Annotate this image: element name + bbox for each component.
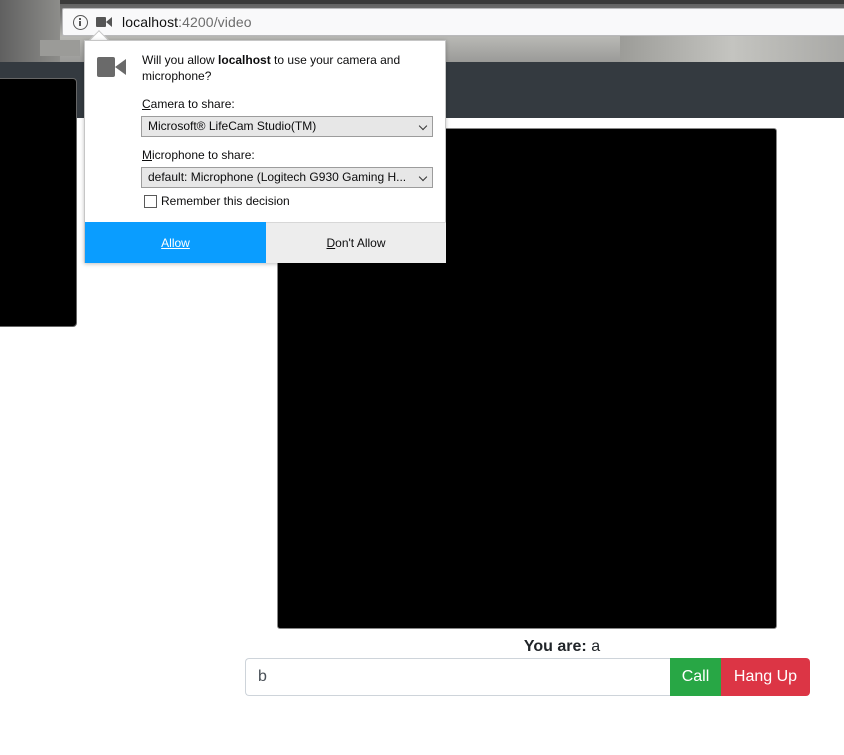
microphone-label: Microphone to share: (142, 148, 255, 162)
chevron-down-icon (418, 121, 428, 131)
dont-allow-button[interactable]: Don't Allow (266, 222, 446, 263)
browser-window: localhost:4200/video You are: a Call Han… (0, 0, 844, 755)
info-icon[interactable] (73, 14, 88, 30)
url-host: localhost (122, 14, 179, 30)
you-are-label: You are: (523, 638, 587, 655)
remember-checkbox[interactable] (144, 194, 157, 208)
url-path: :4200/video (178, 14, 252, 30)
remember-decision[interactable]: Remember this decision (144, 194, 290, 208)
tab-strip (0, 0, 844, 4)
background-image-region (620, 36, 844, 62)
remember-label: Remember this decision (161, 194, 290, 208)
chevron-down-icon (418, 172, 428, 182)
you-are-value: a (591, 638, 601, 655)
camera-label: Camera to share: (142, 97, 235, 111)
permission-question: Will you allow localhost to use your cam… (142, 53, 401, 83)
call-input-group: Call Hang Up (245, 658, 810, 696)
url-text[interactable]: localhost:4200/video (122, 14, 252, 30)
camera-icon (97, 57, 127, 77)
hang-up-button[interactable]: Hang Up (721, 658, 810, 696)
call-button[interactable]: Call (670, 658, 721, 696)
address-bar[interactable]: localhost:4200/video (62, 8, 844, 36)
background-image-region (40, 40, 80, 56)
camera-permission-icon[interactable] (96, 16, 112, 28)
peer-id-input[interactable] (245, 658, 670, 696)
local-video (0, 78, 77, 327)
camera-select[interactable]: Microsoft® LifeCam Studio(TM) (141, 116, 433, 137)
permission-popup: Will you allow localhost to use your cam… (84, 40, 446, 263)
allow-button[interactable]: Allow (85, 222, 266, 263)
microphone-select[interactable]: default: Microphone (Logitech G930 Gamin… (141, 167, 433, 188)
you-are-line: You are: a (277, 638, 844, 656)
